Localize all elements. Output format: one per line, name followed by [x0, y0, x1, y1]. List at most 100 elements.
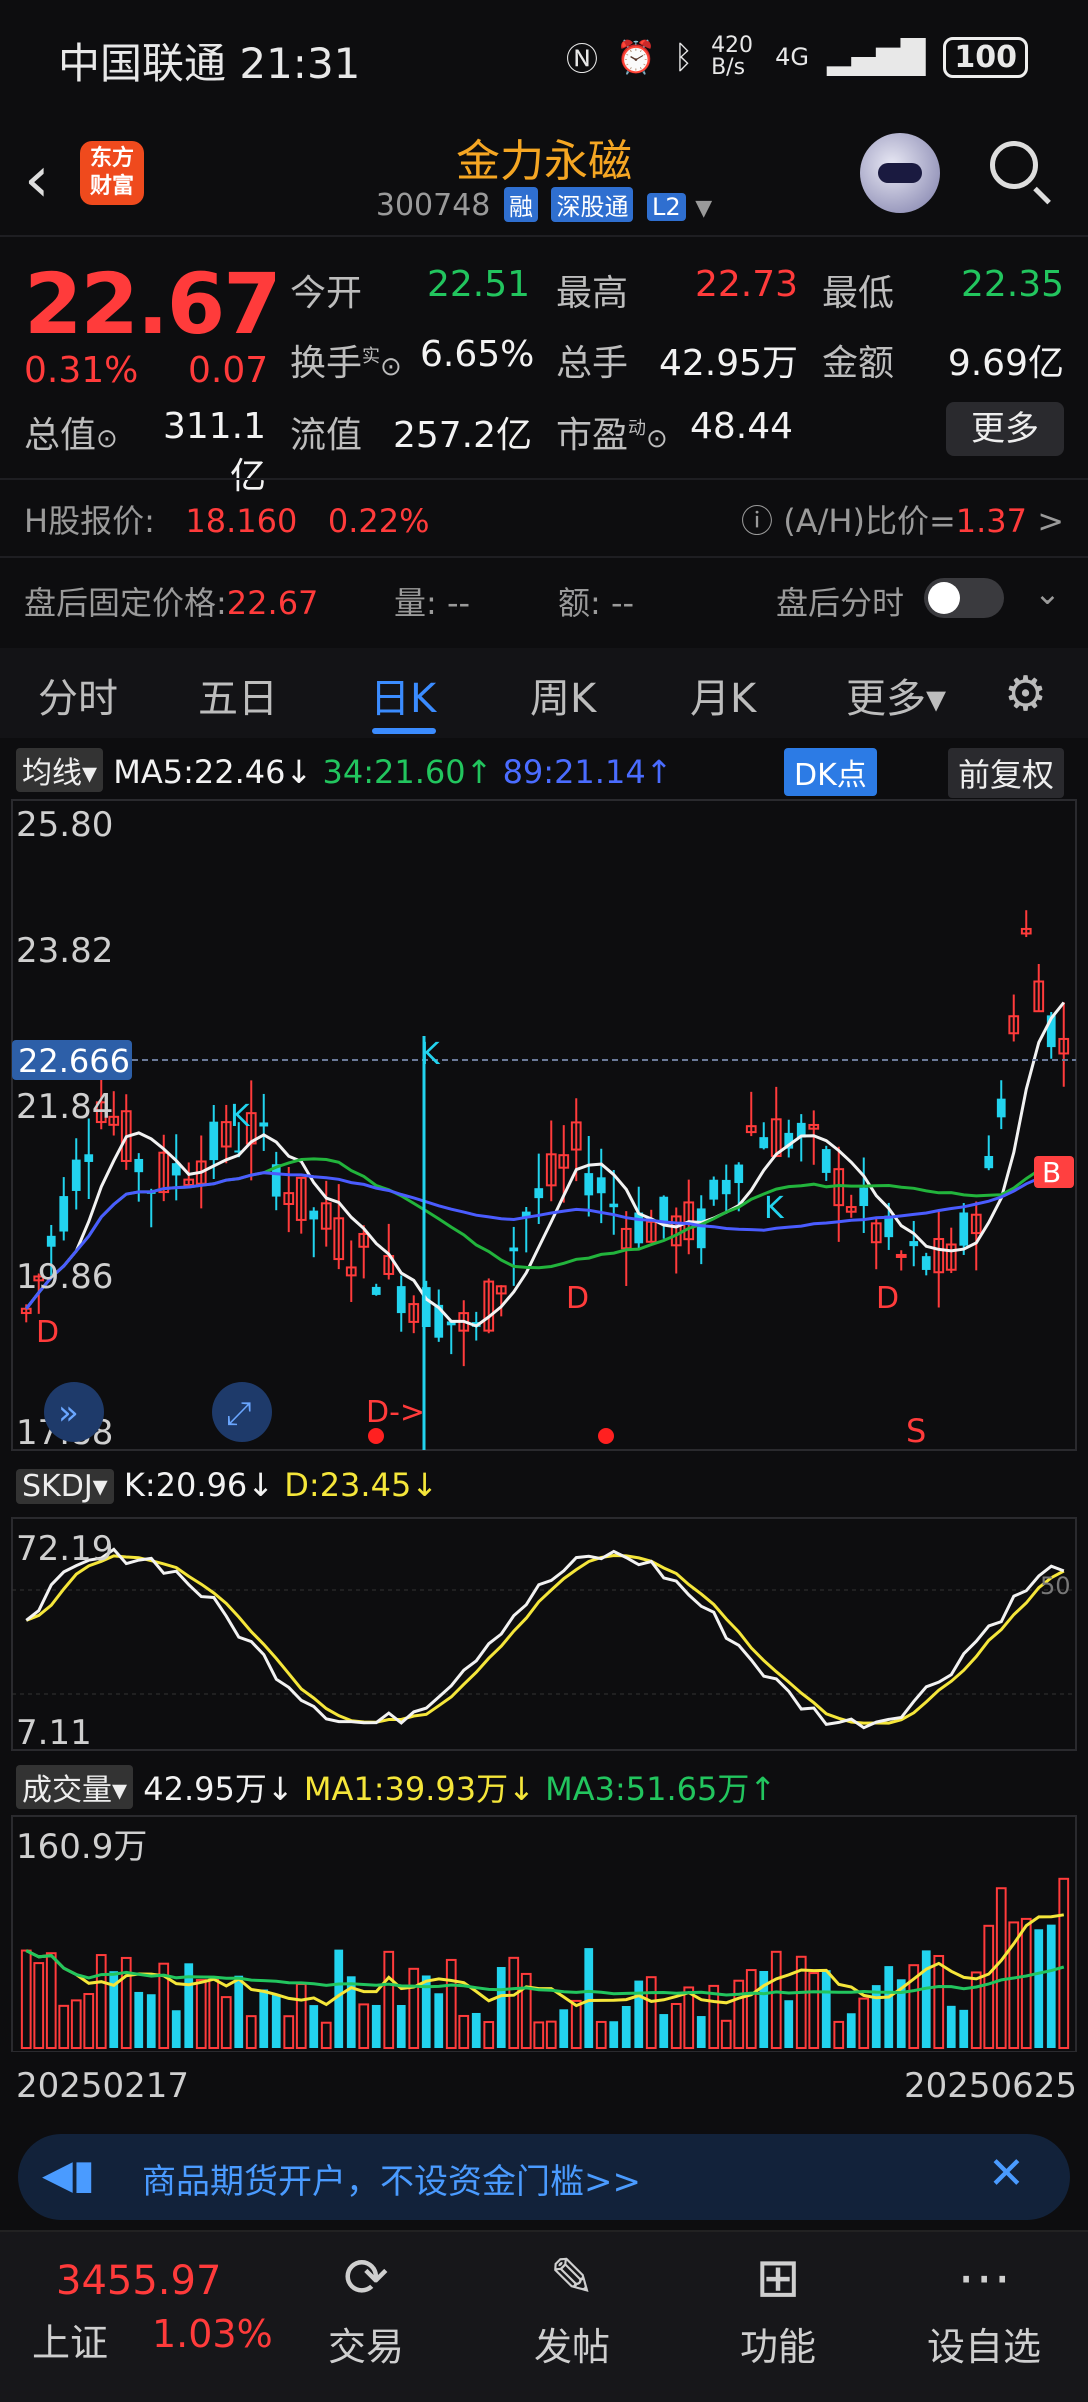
kline-chart[interactable]: 25.80 23.82 21.84 19.86 17.88 22.666 K K… — [0, 796, 1088, 1456]
volume-bar — [520, 1972, 532, 2049]
volume-label: 总手 — [556, 343, 629, 384]
index-pct[interactable]: 1.03% — [152, 2312, 273, 2356]
nav-trade[interactable]: ⟳ 交易 — [266, 2240, 466, 2371]
network-text: 4G — [775, 43, 809, 71]
volume-bar — [946, 2005, 956, 2048]
candle — [721, 1179, 731, 1195]
volume-chart[interactable]: 160.9万 — [0, 1812, 1088, 2052]
ma34-value: 34:21.60↑ — [322, 753, 493, 791]
amount-label: 金额 — [822, 343, 895, 384]
volume-bar — [1058, 1877, 1070, 2049]
gear-icon[interactable]: ⚙ — [1004, 666, 1047, 722]
promo-banner[interactable]: ◀▮ 商品期货开户，不设资金门槛>> ✕ — [18, 2134, 1070, 2220]
tab-five-day[interactable]: 五日 — [198, 666, 278, 724]
volume-value: 42.95万 — [658, 343, 798, 384]
candle — [895, 1253, 907, 1258]
tab-monthly-k[interactable]: 月K — [690, 666, 756, 724]
volume-bar — [533, 2021, 545, 2049]
active-tab-indicator — [372, 728, 436, 734]
volume-bar — [770, 1950, 782, 2049]
status-bar: 中国联通 21:31 Ⓝ ⏰ ᛒ 420 B/s 4G ▂▄▆█ 100 — [0, 0, 1088, 110]
candle — [696, 1208, 706, 1249]
mktcap-value: 311.1亿 — [162, 406, 266, 497]
vol-ma1-value: MA1:39.93万↓ — [303, 1770, 535, 1808]
y-tick: 21.84 — [16, 1087, 113, 1127]
volume-bar — [20, 1949, 32, 2049]
tab-intraday[interactable]: 分时 — [38, 666, 118, 724]
promo-text[interactable]: 商品期货开户，不设资金门槛>> — [142, 2154, 641, 2203]
volume-bar — [283, 2015, 295, 2050]
tab-weekly-k[interactable]: 周K — [530, 666, 596, 724]
close-icon[interactable]: ✕ — [988, 2148, 1025, 2199]
volume-bar — [545, 2020, 557, 2050]
skdj-selector[interactable]: SKDJ▾ — [16, 1469, 114, 1504]
volume-bar — [884, 1966, 894, 2048]
change-value: 0.07 — [188, 350, 269, 391]
nav-post[interactable]: ✎ 发帖 — [472, 2240, 672, 2371]
volume-bar — [858, 1997, 870, 2049]
assistant-robot-icon[interactable] — [860, 133, 940, 213]
volume-bar — [745, 1969, 757, 2049]
more-button[interactable]: 更多 — [946, 402, 1064, 456]
volume-bar — [309, 2005, 319, 2048]
volume-bar — [846, 2013, 856, 2048]
nav-watchlist[interactable]: ⋯ 设自选 — [884, 2240, 1084, 2371]
after-hours-amount: 额: -- — [558, 584, 635, 622]
volume-bar — [683, 1986, 695, 2049]
index-name[interactable]: 上证 — [32, 2312, 108, 2367]
buy-marker: B — [1042, 1156, 1061, 1189]
skdj-d-value: D:23.45↓ — [284, 1466, 439, 1504]
expand-chevron-icon[interactable]: ⌄ — [1034, 574, 1061, 612]
volume-selector[interactable]: 成交量▾ — [16, 1765, 134, 1809]
dots-icon: ⋯ — [957, 2246, 1011, 2309]
volume-bar — [95, 1954, 107, 2049]
pe-label: 市盈动⊙ — [556, 415, 668, 456]
volume-bar — [595, 2020, 607, 2050]
nfc-icon: Ⓝ — [566, 40, 599, 78]
k-marker: K — [230, 1099, 251, 1134]
float-label: 流值 — [290, 415, 363, 456]
adjust-button[interactable]: 前复权 — [948, 748, 1065, 798]
volume-bar — [471, 2012, 481, 2048]
index-value[interactable]: 3455.97 — [56, 2258, 221, 2304]
h-share-row[interactable]: H股报价: 18.160 0.22% — [24, 496, 430, 542]
volume-legend: 成交量▾ 42.95万↓ MA1:39.93万↓ MA3:51.65万↑ — [16, 1764, 776, 1810]
after-hours-toggle[interactable] — [924, 578, 1004, 618]
volume-bar — [171, 2010, 181, 2048]
stock-header: ‹ 东方财富 金力永磁 300748 融 深股通 L2 ▼ — [0, 115, 1088, 237]
volume-bar — [320, 2021, 332, 2049]
tab-daily-k[interactable]: 日K — [370, 666, 436, 724]
volume-bar — [234, 1975, 244, 2048]
help-icon: ⓘ — [741, 502, 774, 540]
y-tick: 25.80 — [16, 805, 113, 845]
tag-connect: 深股通 — [551, 187, 634, 222]
speed-text: 420 B/s — [711, 33, 754, 80]
kline-legend: 均线▾ MA5:22.46↓ 34:21.60↑ 89:21.14↑ DK点 前… — [16, 748, 1076, 798]
ah-ratio[interactable]: ⓘ (A/H)比价=1.37 > — [741, 496, 1064, 542]
volume-bar — [396, 2004, 406, 2048]
k-marker: K — [420, 1037, 441, 1072]
indicator-selector[interactable]: 均线▾ — [16, 748, 104, 792]
d-marker: D — [36, 1315, 59, 1350]
volume-bar — [358, 2003, 370, 2049]
volume-bar — [609, 2021, 619, 2048]
dropdown-caret-icon[interactable]: ▼ — [695, 196, 712, 221]
info-icon: ⊙ — [646, 424, 668, 454]
date-start: 20250217 — [16, 2066, 190, 2106]
candle — [996, 1098, 1006, 1118]
y-tick: 160.9万 — [16, 1827, 147, 1867]
vol-ma3-value: MA3:51.65万↑ — [545, 1770, 777, 1808]
skdj-chart[interactable]: 72.19 7.11 50 — [0, 1514, 1088, 1754]
candle — [46, 1235, 56, 1247]
volume-bar — [933, 1954, 945, 2049]
candle — [209, 1121, 219, 1161]
search-icon[interactable] — [990, 141, 1038, 189]
k-marker: K — [764, 1191, 785, 1226]
divider — [0, 478, 1088, 480]
tab-more[interactable]: 更多▾ — [846, 666, 946, 724]
nav-functions[interactable]: ⊞ 功能 — [678, 2240, 878, 2371]
fullscreen-icon: ⤢ — [226, 1394, 252, 1432]
volume-bar — [670, 2002, 682, 2049]
dk-point-button[interactable]: DK点 — [784, 748, 877, 796]
alarm-icon: ⏰ — [616, 38, 656, 76]
